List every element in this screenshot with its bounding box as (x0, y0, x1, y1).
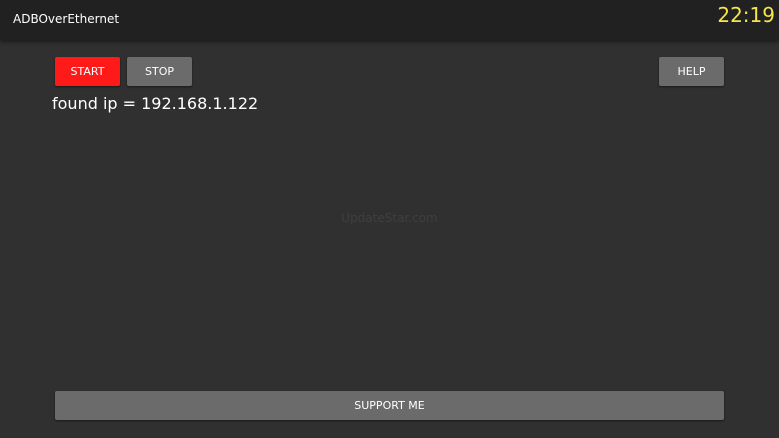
stop-button[interactable]: STOP (127, 57, 192, 86)
support-me-button[interactable]: SUPPORT ME (55, 391, 724, 420)
help-button[interactable]: HELP (659, 57, 724, 86)
watermark: UpdateStar.com (341, 211, 438, 225)
app-title: ADBOverEthernet (13, 12, 120, 26)
start-button[interactable]: START (55, 57, 120, 86)
found-ip-status: found ip = 192.168.1.122 (52, 94, 259, 113)
clock: 22:19 (717, 3, 775, 27)
app-bar: ADBOverEthernet 22:19 (0, 0, 779, 40)
